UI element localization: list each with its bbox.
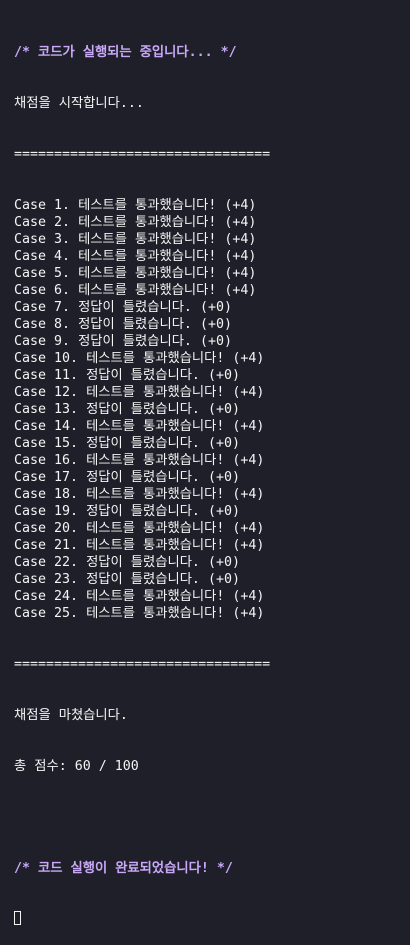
case-result: 테스트를 통과했습니다! (+4) — [78, 215, 257, 230]
case-label: Case 4. — [14, 249, 71, 264]
case-result-line: Case 5. 테스트를 통과했습니다! (+4) — [14, 265, 270, 282]
case-label: Case 3. — [14, 232, 71, 247]
case-result-line: Case 10. 테스트를 통과했습니다! (+4) — [14, 350, 270, 367]
case-label: Case 1. — [14, 198, 71, 213]
case-result: 테스트를 통과했습니다! (+4) — [86, 419, 265, 434]
done-comment: /* 코드 실행이 완료되었습니다! */ — [14, 861, 233, 876]
case-result: 테스트를 통과했습니다! (+4) — [86, 453, 265, 468]
case-result: 정답이 틀렸습니다. (+0) — [78, 334, 232, 349]
case-result-line: Case 2. 테스트를 통과했습니다! (+4) — [14, 214, 270, 231]
case-result-line: Case 22. 정답이 틀렸습니다. (+0) — [14, 554, 270, 571]
case-result-line: Case 7. 정답이 틀렸습니다. (+0) — [14, 299, 270, 316]
case-result: 정답이 틀렸습니다. (+0) — [86, 504, 240, 519]
case-label: Case 12. — [14, 385, 79, 400]
case-result-line: Case 11. 정답이 틀렸습니다. (+0) — [14, 367, 270, 384]
case-result-line: Case 19. 정답이 틀렸습니다. (+0) — [14, 503, 270, 520]
case-label: Case 15. — [14, 436, 79, 451]
case-result: 정답이 틀렸습니다. (+0) — [86, 402, 240, 417]
case-label: Case 2. — [14, 215, 71, 230]
case-label: Case 10. — [14, 351, 79, 366]
case-label: Case 8. — [14, 317, 71, 332]
case-result-line: Case 15. 정답이 틀렸습니다. (+0) — [14, 435, 270, 452]
case-result: 테스트를 통과했습니다! (+4) — [86, 606, 265, 621]
case-result-line: Case 16. 테스트를 통과했습니다! (+4) — [14, 452, 270, 469]
case-label: Case 11. — [14, 368, 79, 383]
running-comment: /* 코드가 실행되는 중입니다... */ — [14, 45, 237, 60]
case-result: 테스트를 통과했습니다! (+4) — [86, 385, 265, 400]
case-result: 정답이 틀렸습니다. (+0) — [86, 436, 240, 451]
case-label: Case 19. — [14, 504, 79, 519]
case-label: Case 20. — [14, 521, 79, 536]
case-result-line: Case 23. 정답이 틀렸습니다. (+0) — [14, 571, 270, 588]
case-result-line: Case 4. 테스트를 통과했습니다! (+4) — [14, 248, 270, 265]
case-result: 정답이 틀렸습니다. (+0) — [86, 470, 240, 485]
case-result: 테스트를 통과했습니다! (+4) — [86, 589, 265, 604]
case-result: 정답이 틀렸습니다. (+0) — [78, 317, 232, 332]
separator: ================================ — [14, 657, 271, 672]
case-label: Case 21. — [14, 538, 79, 553]
case-result-line: Case 1. 테스트를 통과했습니다! (+4) — [14, 197, 270, 214]
case-label: Case 24. — [14, 589, 79, 604]
case-label: Case 18. — [14, 487, 79, 502]
case-result-line: Case 24. 테스트를 통과했습니다! (+4) — [14, 588, 270, 605]
case-result: 정답이 틀렸습니다. (+0) — [78, 300, 232, 315]
case-label: Case 7. — [14, 300, 71, 315]
case-result-line: Case 25. 테스트를 통과했습니다! (+4) — [14, 605, 270, 622]
case-result-line: Case 17. 정답이 틀렸습니다. (+0) — [14, 469, 270, 486]
case-result: 정답이 틀렸습니다. (+0) — [86, 368, 240, 383]
case-list: Case 1. 테스트를 통과했습니다! (+4) Case 2. 테스트를 통과… — [14, 197, 270, 622]
case-result-line: Case 12. 테스트를 통과했습니다! (+4) — [14, 384, 270, 401]
case-result: 정답이 틀렸습니다. (+0) — [86, 555, 240, 570]
terminal-output: /* 코드가 실행되는 중입니다... */ 채점을 시작합니다... ====… — [14, 10, 270, 945]
case-label: Case 16. — [14, 453, 79, 468]
total-score: 총 점수: 60 / 100 — [14, 759, 139, 774]
case-result-line: Case 20. 테스트를 통과했습니다! (+4) — [14, 520, 270, 537]
case-result-line: Case 21. 테스트를 통과했습니다! (+4) — [14, 537, 270, 554]
case-result: 정답이 틀렸습니다. (+0) — [86, 572, 240, 587]
case-result: 테스트를 통과했습니다! (+4) — [78, 232, 257, 247]
case-result: 테스트를 통과했습니다! (+4) — [78, 198, 257, 213]
case-result-line: Case 9. 정답이 틀렸습니다. (+0) — [14, 333, 270, 350]
case-result-line: Case 6. 테스트를 통과했습니다! (+4) — [14, 282, 270, 299]
separator: ================================ — [14, 147, 271, 162]
case-label: Case 23. — [14, 572, 79, 587]
case-result-line: Case 8. 정답이 틀렸습니다. (+0) — [14, 316, 270, 333]
case-label: Case 22. — [14, 555, 79, 570]
case-label: Case 6. — [14, 283, 71, 298]
case-result-line: Case 3. 테스트를 통과했습니다! (+4) — [14, 231, 270, 248]
case-result: 테스트를 통과했습니다! (+4) — [86, 521, 265, 536]
case-label: Case 9. — [14, 334, 71, 349]
case-result: 테스트를 통과했습니다! (+4) — [78, 283, 257, 298]
case-label: Case 25. — [14, 606, 79, 621]
case-label: Case 5. — [14, 266, 71, 281]
end-message: 채점을 마쳤습니다. — [14, 708, 128, 723]
case-label: Case 14. — [14, 419, 79, 434]
cursor — [14, 911, 21, 925]
case-result: 테스트를 통과했습니다! (+4) — [86, 351, 265, 366]
case-result: 테스트를 통과했습니다! (+4) — [86, 538, 265, 553]
case-result-line: Case 14. 테스트를 통과했습니다! (+4) — [14, 418, 270, 435]
case-result: 테스트를 통과했습니다! (+4) — [78, 266, 257, 281]
start-message: 채점을 시작합니다... — [14, 96, 144, 111]
case-result-line: Case 18. 테스트를 통과했습니다! (+4) — [14, 486, 270, 503]
case-result-line: Case 13. 정답이 틀렸습니다. (+0) — [14, 401, 270, 418]
case-result: 테스트를 통과했습니다! (+4) — [86, 487, 265, 502]
case-label: Case 13. — [14, 402, 79, 417]
case-label: Case 17. — [14, 470, 79, 485]
case-result: 테스트를 통과했습니다! (+4) — [78, 249, 257, 264]
input-line[interactable] — [14, 911, 270, 928]
